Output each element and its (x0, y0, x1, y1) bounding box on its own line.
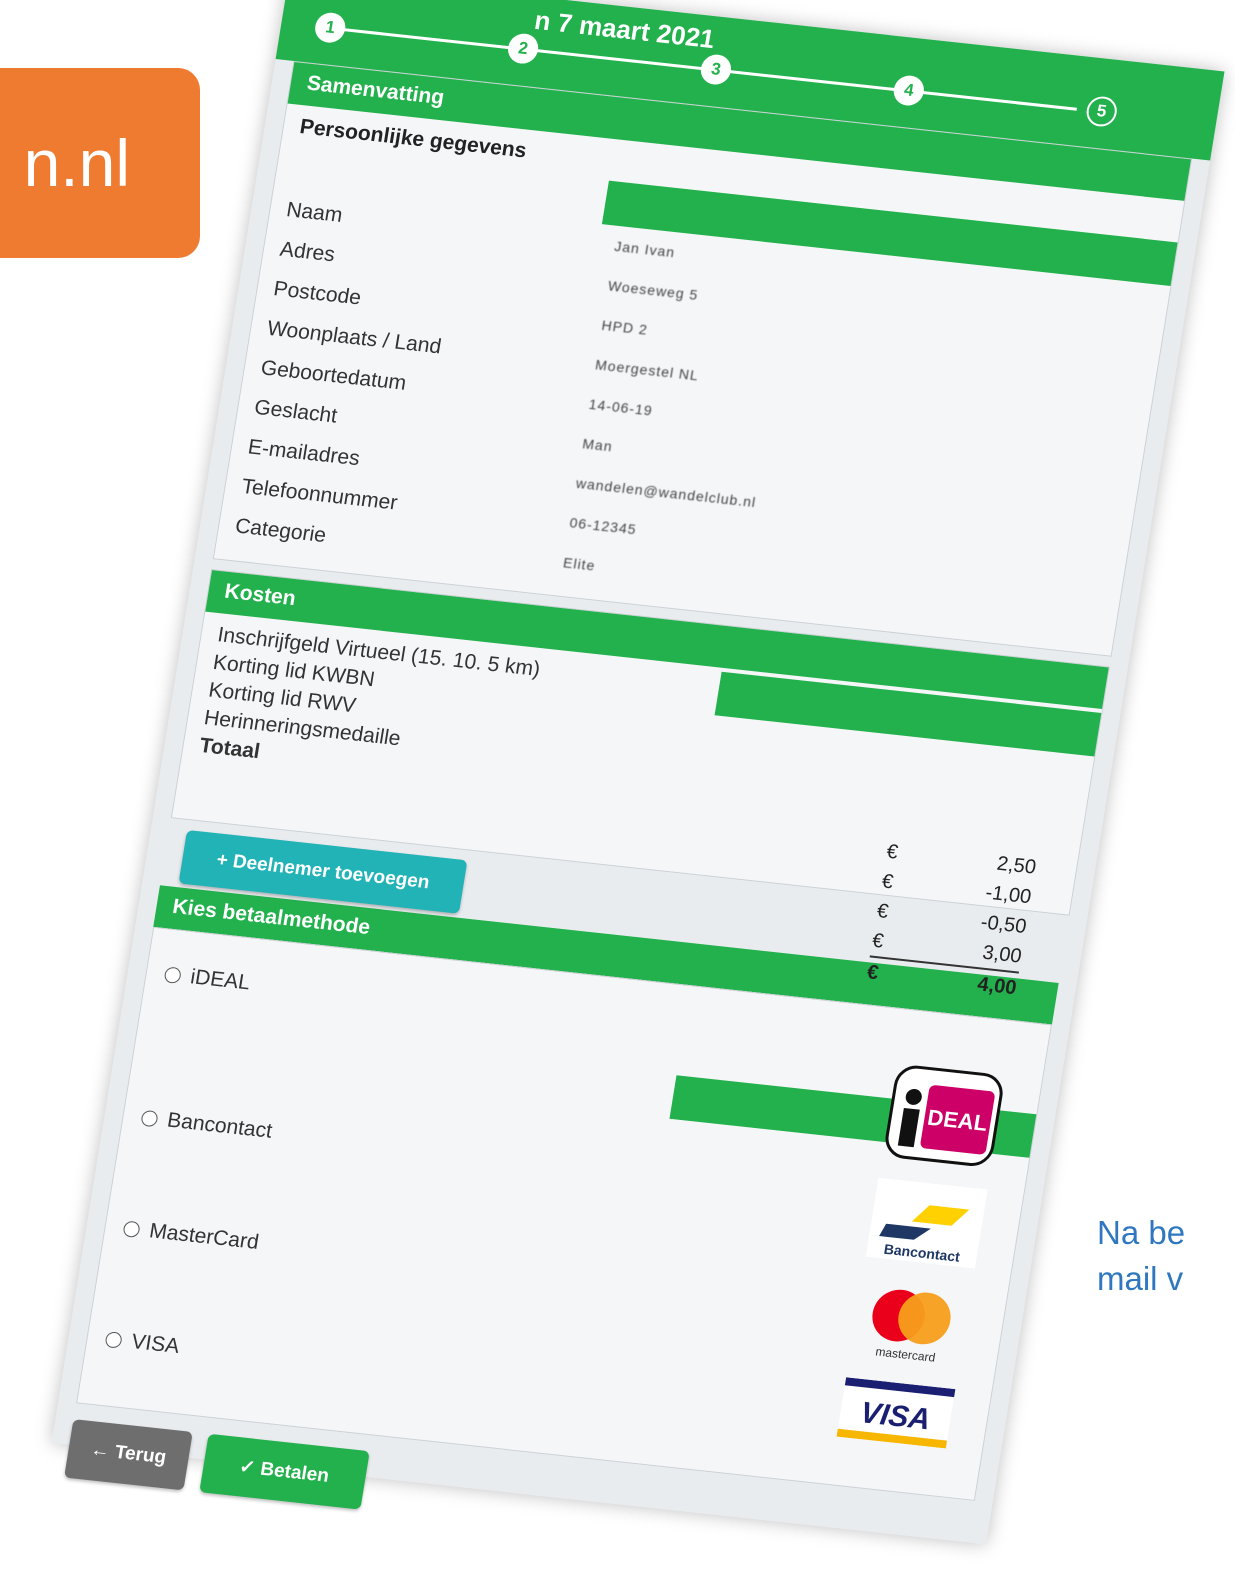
step-4[interactable]: 4 (891, 74, 927, 107)
site-badge: n.nl (0, 68, 200, 258)
amount-total: 4,00 (975, 973, 1019, 1000)
caption-line-1: Na be (1097, 1214, 1186, 1251)
mastercard-logo-icon: mastercard (872, 1289, 951, 1365)
payment-option-label: VISA (129, 1330, 182, 1358)
visa-logo-icon: VISA (836, 1377, 956, 1449)
summary-field-value: HPD 2 (600, 316, 650, 338)
summary-field-value: Jan Ivan (613, 237, 677, 261)
slide-caption: Na be mail v (1097, 1210, 1185, 1302)
amount-kwbn: -1,00 (983, 881, 1033, 909)
radio-icon[interactable] (104, 1331, 123, 1349)
amounts-column: €2,50 € -1,00 € -0,50 €3,00 €4,00 (864, 837, 1038, 1004)
summary-field-value: 06-12345 (568, 514, 638, 538)
amount-medal: 3,00 (980, 941, 1024, 968)
summary-field-value: 14-06-19 (587, 395, 654, 419)
currency-sign: € (875, 900, 890, 923)
summary-panel: Samenvatting Persoonlijke gegevens Naam J… (212, 60, 1193, 657)
payment-panel: iDEAL Bancontact MasterCard VISA DEAL Ba… (76, 926, 1052, 1501)
summary-field-value: Moergestel NL (594, 356, 701, 384)
amount-entry: 2,50 (995, 852, 1038, 879)
currency-sign: € (870, 929, 886, 953)
payment-option-label: iDEAL (188, 965, 252, 995)
step-1[interactable]: 1 (312, 11, 348, 45)
bancontact-logo-icon: Bancontact (865, 1177, 988, 1269)
payment-option-label: Bancontact (165, 1108, 274, 1143)
summary-field-value: Man (581, 435, 614, 455)
currency-sign: € (884, 840, 900, 864)
registration-page: n 7 maart 2021 1 2 3 4 5 Samenvatting Pe… (51, 0, 1225, 1545)
ideal-logo-icon: DEAL (885, 1065, 1003, 1166)
currency-sign: € (880, 870, 895, 894)
summary-field-value: Elite (562, 554, 597, 574)
caption-line-2: mail v (1097, 1260, 1184, 1297)
amount-rwv: -0,50 (979, 911, 1029, 938)
pay-button[interactable]: ✓ Betalen (198, 1433, 370, 1510)
step-2[interactable]: 2 (505, 32, 541, 66)
mastercard-logo-text: mastercard (874, 1344, 936, 1364)
summary-field-value: Woeseweg 5 (606, 277, 700, 303)
event-date: n 7 maart 2021 (532, 4, 717, 55)
step-5-current[interactable]: 5 (1084, 95, 1120, 128)
step-3[interactable]: 3 (698, 53, 734, 87)
radio-icon[interactable] (163, 966, 182, 984)
payment-option-label: MasterCard (147, 1219, 261, 1254)
site-badge-text: n.nl (23, 126, 130, 200)
radio-icon[interactable] (140, 1109, 159, 1128)
back-button[interactable]: ← Terug (64, 1419, 193, 1491)
radio-icon[interactable] (122, 1220, 141, 1239)
